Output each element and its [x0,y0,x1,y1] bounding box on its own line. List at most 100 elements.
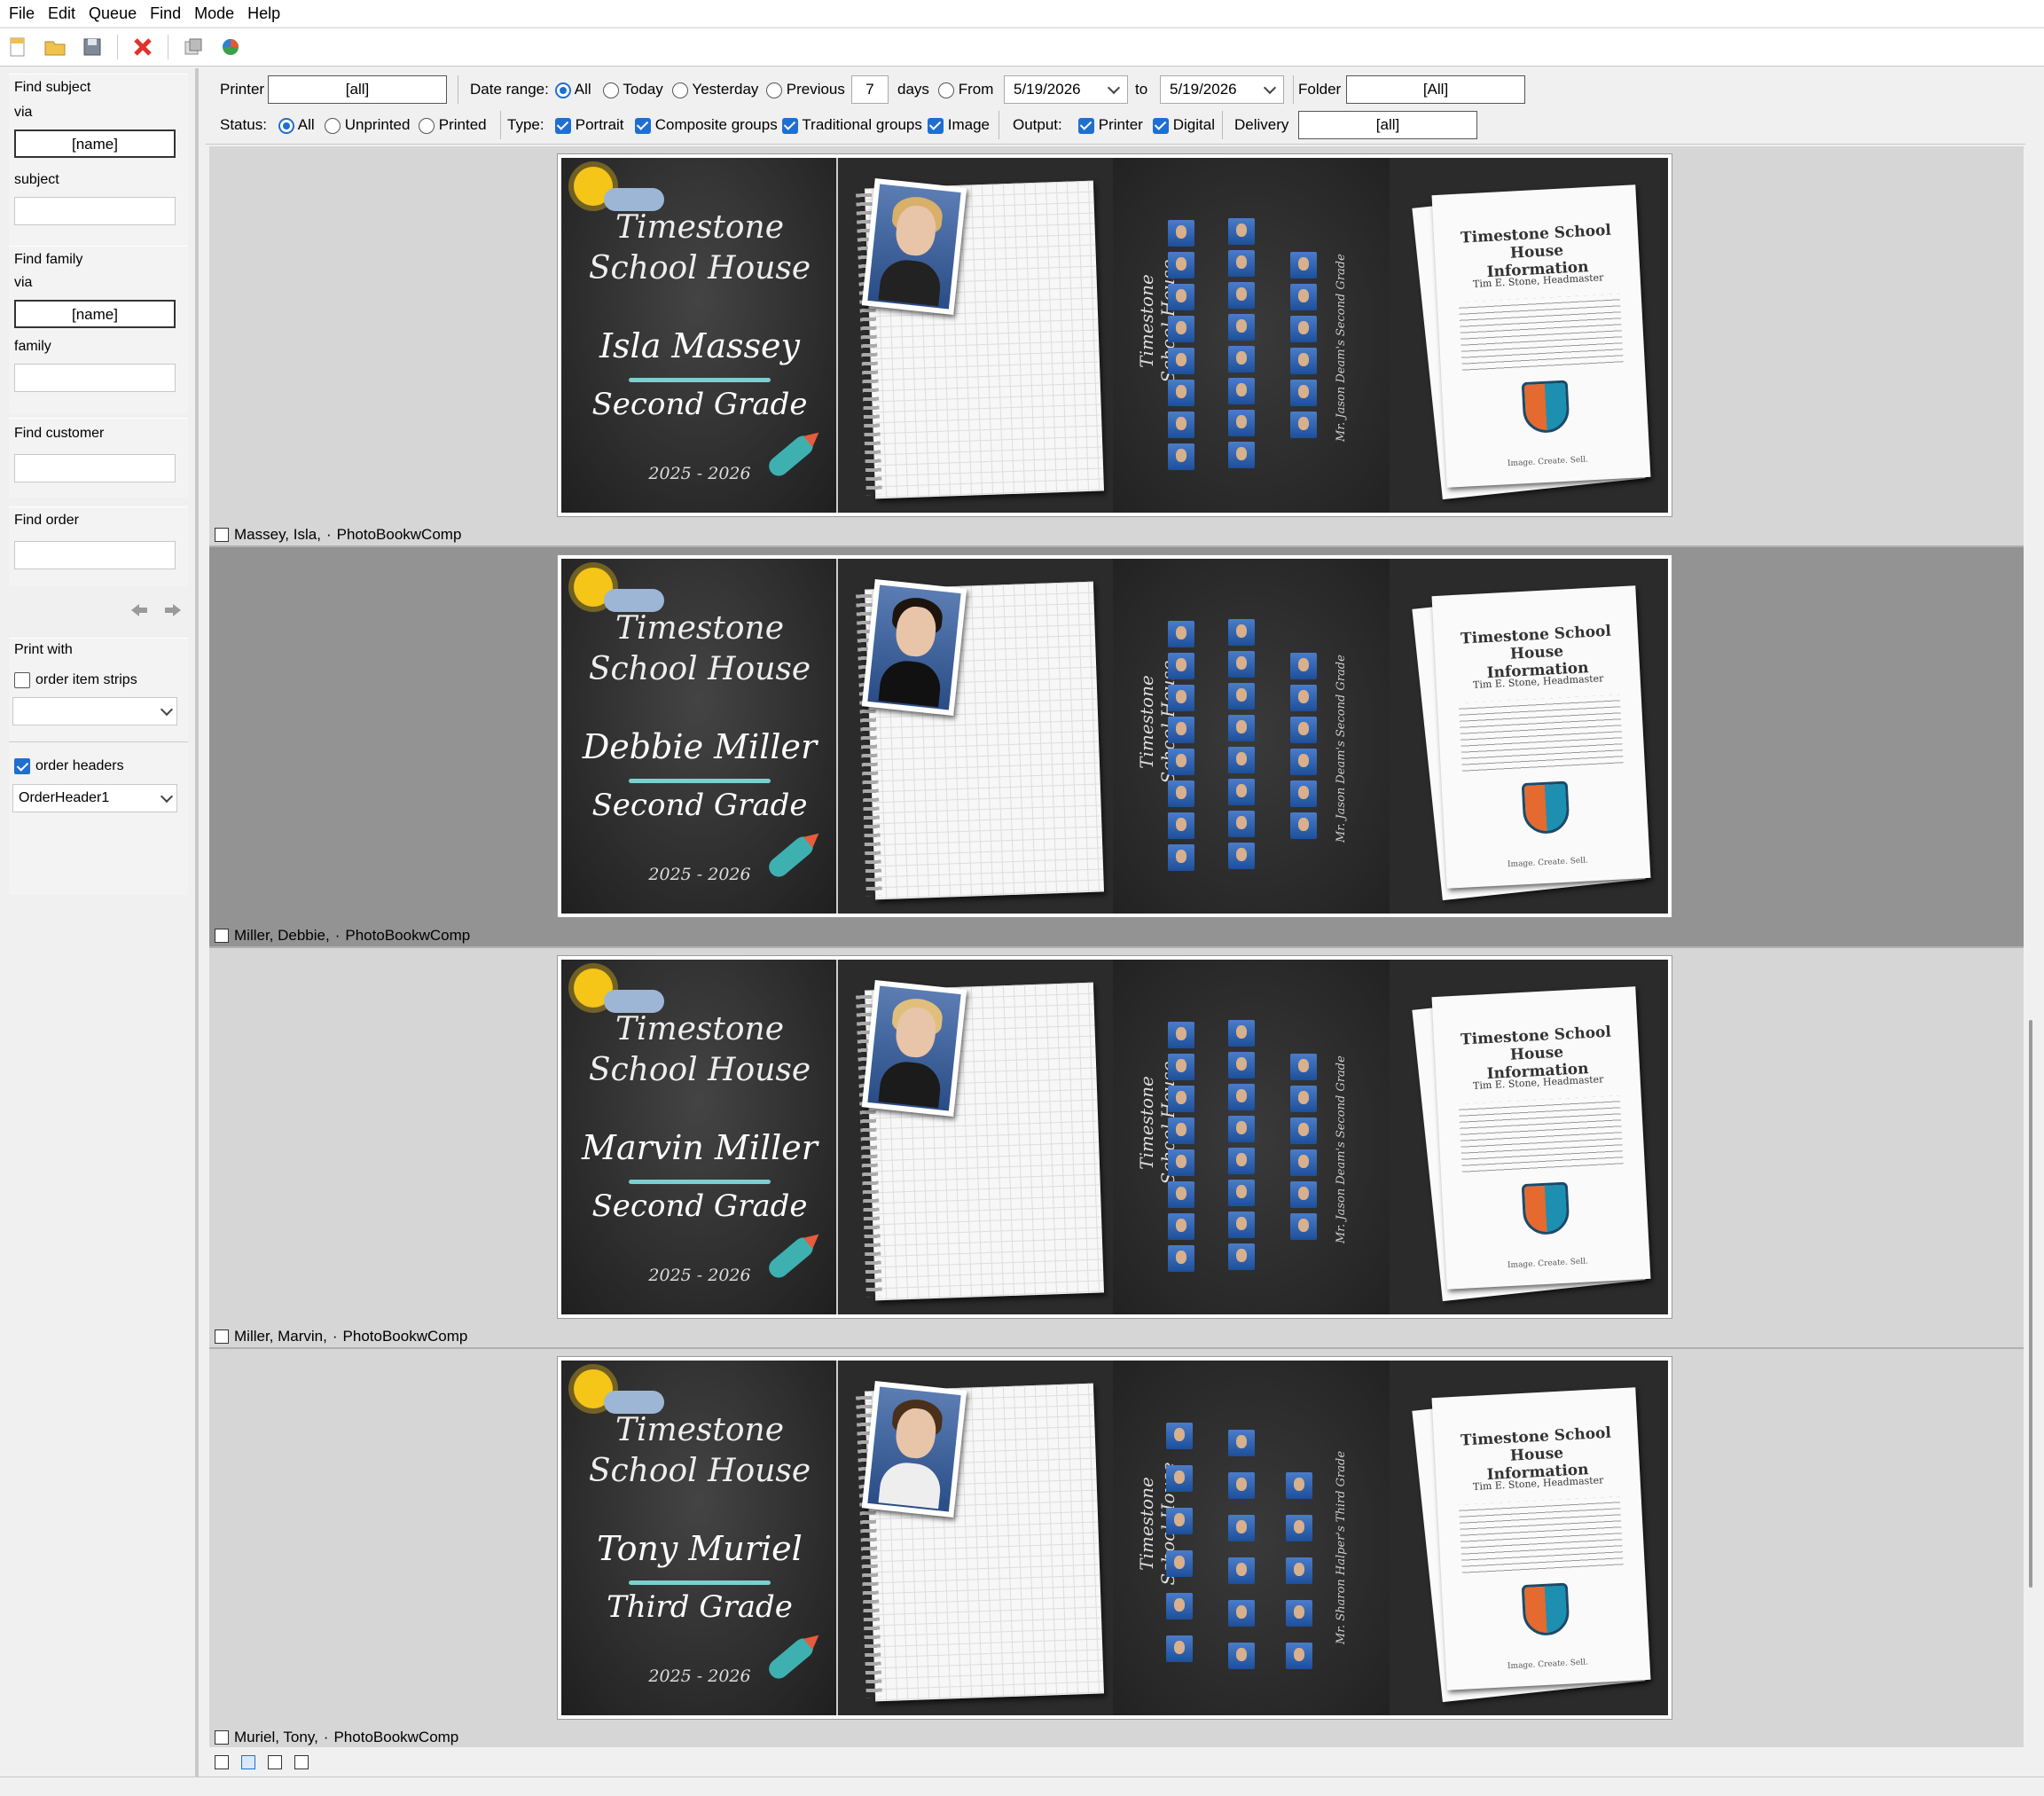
row-checkbox[interactable] [215,528,229,542]
type-image-checkbox[interactable]: Image [928,116,990,134]
subject-via-field[interactable]: [name] [14,129,176,158]
order-row[interactable]: Timestone School House Marvin Miller Sec… [209,948,2024,1349]
notebook-page [852,1378,1109,1706]
photobook-preview[interactable]: Timestone School House Isla Massey Secon… [557,153,1672,517]
menu-edit[interactable]: Edit [44,4,85,23]
type-composite-label: Composite groups [654,116,778,133]
strips-combo[interactable] [12,697,177,725]
back-arrow-icon[interactable] [129,602,149,618]
family-input[interactable] [14,364,176,392]
composite-thumbnail [1228,410,1255,436]
date-previous-label: Previous [786,81,845,98]
grid-view-icon[interactable] [241,1755,255,1769]
forward-arrow-icon[interactable] [163,602,183,618]
refresh-icon[interactable] [218,35,243,59]
underline [629,779,771,783]
date-all-label: All [574,81,591,98]
find-subject-label: Find subject [14,80,91,95]
info-footer: Image. Create. Sell. [1507,1658,1589,1672]
composite-thumbnail [1168,380,1194,406]
menu-find[interactable]: Find [146,4,191,23]
order-input[interactable] [14,541,176,569]
order-row[interactable]: Timestone School House Isla Massey Secon… [209,146,2024,547]
bullet: · [334,927,341,944]
school-name-line2: School House [588,1453,811,1489]
composite-thumbnail [1228,1020,1255,1047]
type-traditional-checkbox[interactable]: Traditional groups [782,116,922,134]
delete-icon[interactable] [130,35,155,59]
output-printer-checkbox[interactable]: Printer [1078,116,1143,134]
student-name: Isla Massey [599,326,800,365]
menu-queue[interactable]: Queue [85,4,146,23]
menu-mode[interactable]: Mode [191,4,244,23]
order-row[interactable]: Timestone School House Tony Muriel Third… [209,1349,2024,1747]
export-icon[interactable] [181,35,206,59]
date-yesterday-radio[interactable]: Yesterday [672,81,758,98]
subject-input[interactable] [14,197,176,225]
menu-help[interactable]: Help [244,4,290,23]
date-today-radio[interactable]: Today [603,81,663,98]
date-previous-radio[interactable]: Previous [766,81,845,98]
row-checkbox[interactable] [215,1730,229,1745]
save-icon[interactable] [80,35,105,59]
lock-view-icon[interactable] [294,1755,309,1769]
customer-input[interactable] [14,454,176,482]
find-family-panel: Find family via [name] family [9,246,188,414]
status-unprinted-radio[interactable]: Unprinted [325,116,410,134]
date-all-radio[interactable]: All [555,81,591,98]
scrollbar-thumb[interactable] [2029,1020,2032,1588]
status-printed-radio[interactable]: Printed [419,116,487,134]
single-view-icon[interactable] [215,1755,229,1769]
new-icon[interactable] [5,35,30,59]
output-printer-label: Printer [1098,116,1143,133]
row-checkbox[interactable] [215,929,229,943]
info-title-line1: Timestone School House [1460,221,1612,263]
composite-thumbnail [1290,252,1317,278]
school-year: 2025 - 2026 [648,1667,751,1686]
book-cover: Timestone School House Debbie Miller Sec… [561,559,838,914]
composite-thumbnail [1228,619,1255,646]
family-via-field[interactable]: [name] [14,300,176,328]
order-row[interactable]: Timestone School House Debbie Miller Sec… [209,547,2024,948]
headers-combo[interactable]: OrderHeader1 [12,784,177,812]
vertical-scrollbar[interactable] [2024,146,2044,1747]
checkbox-checked [635,117,651,134]
radio [938,82,954,98]
row-checkbox[interactable] [215,1329,229,1344]
order-item-strips-checkbox[interactable] [14,672,30,688]
info-text-lines [1458,294,1624,375]
date-from-radio[interactable]: From [938,81,993,98]
previous-days-input[interactable]: 7 [851,75,889,104]
photobook-preview[interactable]: Timestone School House Marvin Miller Sec… [557,955,1672,1319]
order-headers-checkbox[interactable] [14,758,30,774]
type-composite-checkbox[interactable]: Composite groups [635,116,778,134]
composite-thumbnail [1290,780,1317,807]
output-digital-label: Digital [1172,116,1215,133]
menu-file[interactable]: File [5,4,44,23]
find-customer-panel: Find customer [9,418,188,498]
delivery-field[interactable]: [all] [1298,111,1477,139]
output-digital-checkbox[interactable]: Digital [1153,116,1215,134]
type-portrait-checkbox[interactable]: Portrait [555,116,624,134]
cloud-icon [604,589,664,612]
info-page: Timestone School House Information Tim E.… [1404,1375,1661,1710]
info-page: Timestone School House Information Tim E.… [1404,172,1661,507]
composite-thumbnail [1168,316,1194,342]
composite-thumbnail [1228,442,1255,468]
to-date-picker[interactable]: 5/19/2026 [1160,75,1284,104]
composite-thumbnail [1228,651,1255,678]
photobook-preview[interactable]: Timestone School House Debbie Miller Sec… [557,554,1672,918]
composite-thumbnail [1290,348,1317,374]
copy-view-icon[interactable] [268,1755,282,1769]
from-date-picker[interactable]: 5/19/2026 [1004,75,1128,104]
school-year: 2025 - 2026 [648,464,751,483]
photobook-preview[interactable]: Timestone School House Tony Muriel Third… [557,1356,1672,1720]
open-icon[interactable] [43,35,67,59]
school-name-line2: School House [588,1052,811,1088]
composite-thumbnail [1228,1212,1255,1238]
status-all-radio[interactable]: All [278,116,315,134]
folder-field[interactable]: [All] [1346,75,1525,104]
radio [766,82,782,98]
printer-field[interactable]: [all] [268,75,447,104]
student-portrait [861,177,967,316]
